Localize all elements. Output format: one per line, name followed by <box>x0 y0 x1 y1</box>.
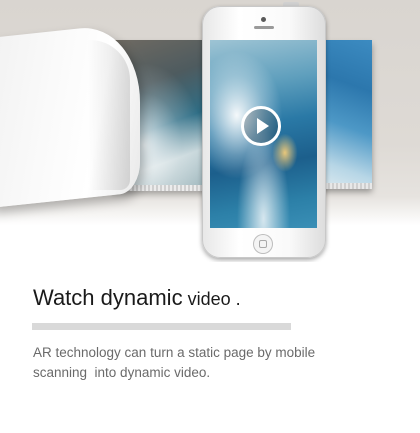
home-button-icon <box>253 234 273 254</box>
front-camera <box>261 17 266 22</box>
description-line-2: scanning into dynamic video. <box>33 365 211 380</box>
smartphone <box>202 6 326 258</box>
play-button[interactable] <box>241 106 281 146</box>
phone-screen-video <box>210 40 317 228</box>
headline: Watch dynamic video . <box>33 284 241 312</box>
headline-video: video <box>182 289 231 309</box>
headline-period: . <box>230 289 241 309</box>
page-curl-shadow <box>88 40 130 190</box>
divider <box>32 323 291 330</box>
phone-speaker <box>254 26 274 29</box>
play-icon <box>257 118 269 134</box>
description-line-1: AR technology can turn a static page by … <box>33 345 316 360</box>
hero-illustration <box>0 0 420 262</box>
headline-main: Watch dynamic <box>33 285 183 310</box>
description: AR technology can turn a static page by … <box>33 343 333 383</box>
